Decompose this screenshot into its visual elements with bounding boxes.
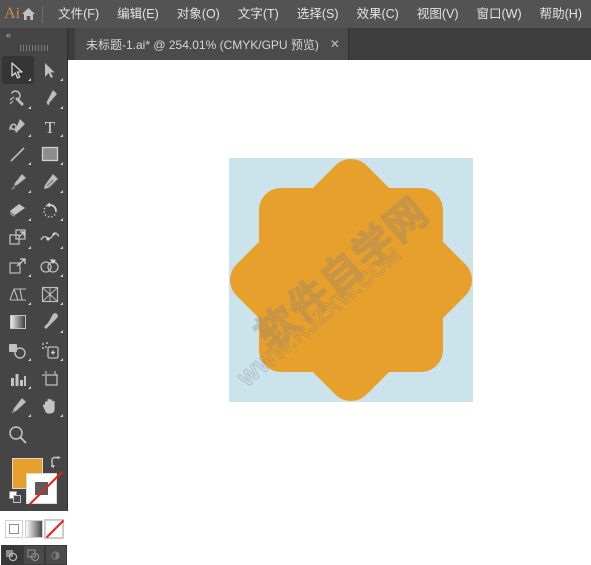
gradient-tool[interactable] <box>2 308 34 336</box>
stroke-color-swatch[interactable] <box>26 471 63 505</box>
flyout-indicator-icon <box>59 218 63 221</box>
panel-grip-handle[interactable] <box>0 42 67 54</box>
flyout-indicator-icon <box>27 246 31 249</box>
illustrator-window: Ai 文件(F) 编辑(E) 对象(O) 文字(T) 选择(S) 效果(C) 视… <box>0 0 591 565</box>
menu-divider <box>41 5 43 23</box>
draw-behind-button[interactable] <box>22 545 45 565</box>
menu-type[interactable]: 文字(T) <box>229 0 288 28</box>
flyout-indicator-icon <box>27 106 31 109</box>
collapse-panel-icon[interactable]: « <box>0 28 67 42</box>
menu-item-list: 文件(F) 编辑(E) 对象(O) 文字(T) 选择(S) 效果(C) 视图(V… <box>49 0 591 28</box>
width-tool[interactable] <box>34 224 66 252</box>
flyout-indicator-icon <box>27 78 31 81</box>
mesh-tool[interactable] <box>34 280 66 308</box>
flyout-indicator-icon <box>59 134 63 137</box>
free-transform-tool[interactable] <box>2 252 34 280</box>
menu-file[interactable]: 文件(F) <box>49 0 108 28</box>
tools-panel: « T <box>0 28 68 565</box>
draw-mode-row <box>0 545 67 565</box>
document-tab-title: 未标题-1.ai* @ 254.01% (CMYK/GPU 预览) <box>86 37 319 52</box>
eraser-tool[interactable] <box>2 196 34 224</box>
line-segment-tool[interactable] <box>2 140 34 168</box>
none-mode-button[interactable] <box>43 519 64 539</box>
rotate-tool[interactable] <box>34 196 66 224</box>
flyout-indicator-icon <box>27 414 31 417</box>
menu-edit[interactable]: 编辑(E) <box>108 0 168 28</box>
menu-bar: Ai 文件(F) 编辑(E) 对象(O) 文字(T) 选择(S) 效果(C) 视… <box>0 0 591 28</box>
perspective-grid-tool[interactable] <box>2 280 34 308</box>
pen-tool[interactable] <box>34 84 66 112</box>
menu-object[interactable]: 对象(O) <box>168 0 229 28</box>
shaper-tool[interactable] <box>34 168 66 196</box>
flyout-indicator-icon <box>27 274 31 277</box>
type-tool[interactable]: T <box>34 112 66 140</box>
paint-mode-row <box>0 519 67 539</box>
artwork-rounded-octagram-star[interactable] <box>229 158 473 402</box>
flyout-indicator-icon <box>27 302 31 305</box>
close-icon[interactable]: ✕ <box>330 38 340 50</box>
column-graph-tool[interactable] <box>2 364 34 392</box>
menu-window[interactable]: 窗口(W) <box>468 0 531 28</box>
grip-dots-icon <box>19 45 48 51</box>
home-icon[interactable] <box>20 0 37 28</box>
eyedropper-tool[interactable] <box>34 308 66 336</box>
canvas-area[interactable]: 软件自学网 WWW.RJZXW.COM <box>75 60 591 511</box>
flyout-indicator-icon <box>59 274 63 277</box>
magic-wand-tool[interactable] <box>2 84 34 112</box>
symbol-sprayer-tool[interactable] <box>34 336 66 364</box>
flyout-indicator-icon <box>27 218 31 221</box>
flyout-indicator-icon <box>59 358 63 361</box>
menu-help[interactable]: 帮助(H) <box>531 0 591 28</box>
document-tab[interactable]: 未标题-1.ai* @ 254.01% (CMYK/GPU 预览) ✕ <box>75 28 349 60</box>
flyout-indicator-icon <box>59 106 63 109</box>
document-tab-bar: 未标题-1.ai* @ 254.01% (CMYK/GPU 预览) ✕ <box>0 28 591 60</box>
draw-normal-button[interactable] <box>0 545 23 565</box>
blend-tool[interactable] <box>2 336 34 364</box>
app-logo-icon: Ai <box>4 5 21 22</box>
scale-tool[interactable] <box>2 224 34 252</box>
flyout-indicator-icon <box>59 190 63 193</box>
artboard-tool[interactable] <box>34 364 66 392</box>
fill-stroke-control <box>0 454 68 516</box>
tool-grid: T <box>0 56 67 448</box>
menu-select[interactable]: 选择(S) <box>288 0 348 28</box>
color-mode-icon <box>8 524 19 534</box>
default-fill-stroke-icon[interactable] <box>9 491 22 509</box>
direct-selection-tool[interactable] <box>34 56 66 84</box>
flyout-indicator-icon <box>59 330 63 333</box>
gradient-mode-button[interactable] <box>24 520 43 538</box>
curvature-tool[interactable] <box>2 112 34 140</box>
menu-view[interactable]: 视图(V) <box>408 0 468 28</box>
draw-inside-button[interactable] <box>44 545 67 565</box>
paintbrush-tool[interactable] <box>2 168 34 196</box>
shape-builder-tool[interactable] <box>34 252 66 280</box>
flyout-indicator-icon <box>59 78 63 81</box>
flyout-indicator-icon <box>59 162 63 165</box>
rectangle-tool[interactable] <box>34 140 66 168</box>
selection-tool[interactable] <box>1 56 34 84</box>
color-mode-button[interactable] <box>4 520 23 538</box>
none-mode-icon <box>45 519 64 539</box>
hand-tool[interactable] <box>34 392 66 420</box>
flyout-indicator-icon <box>59 302 63 305</box>
zoom-tool[interactable] <box>2 420 34 448</box>
menu-effect[interactable]: 效果(C) <box>347 0 407 28</box>
flyout-indicator-icon <box>27 386 31 389</box>
flyout-indicator-icon <box>27 190 31 193</box>
flyout-indicator-icon <box>27 358 31 361</box>
flyout-indicator-icon <box>59 246 63 249</box>
flyout-indicator-icon <box>59 414 63 417</box>
flyout-indicator-icon <box>27 134 31 137</box>
slice-tool[interactable] <box>2 392 34 420</box>
flyout-indicator-icon <box>27 162 31 165</box>
swap-fill-stroke-icon[interactable] <box>50 456 63 474</box>
svg-text:T: T <box>44 118 55 135</box>
artboard[interactable]: 软件自学网 WWW.RJZXW.COM <box>229 158 473 402</box>
